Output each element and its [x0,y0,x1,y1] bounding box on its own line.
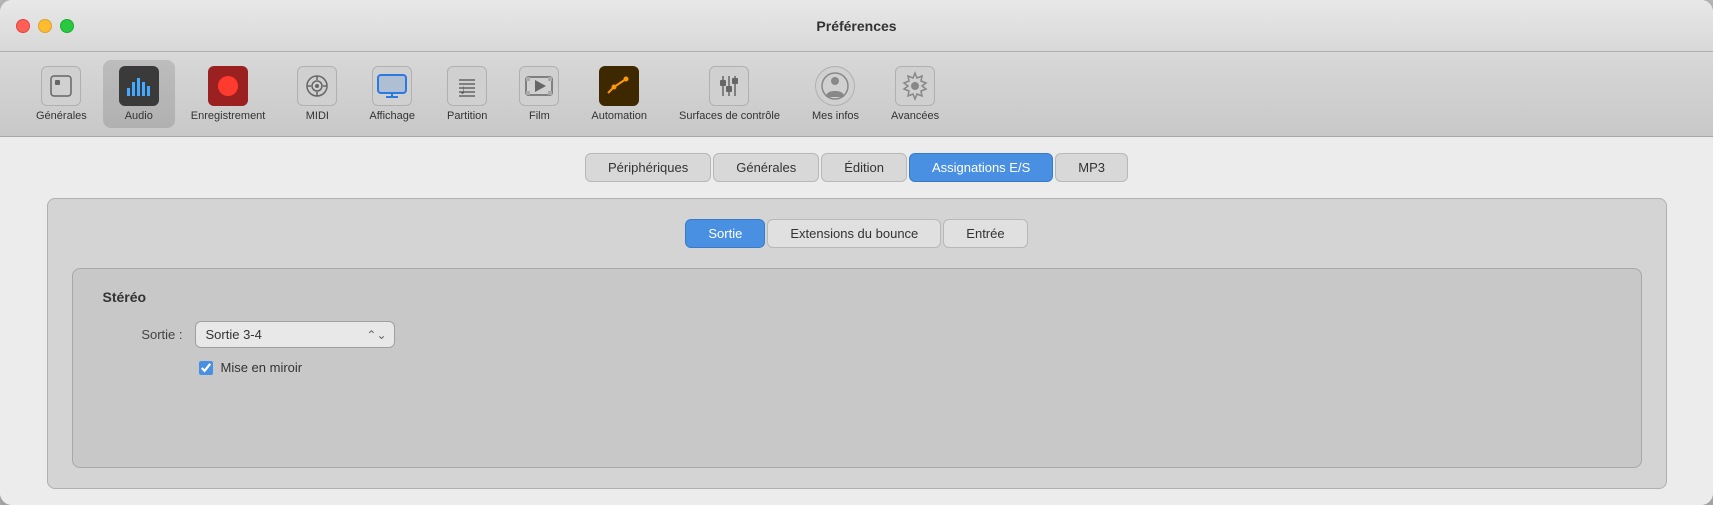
svg-text:♩: ♩ [460,81,474,97]
window-controls [16,19,74,33]
generales-label: Générales [36,110,87,122]
window-title: Préférences [816,18,896,34]
sortie-label: Sortie : [123,327,183,342]
content-area: Stéréo Sortie : Sortie 1-2 Sortie 3-4 So… [72,268,1642,468]
sub-tab-bar: Sortie Extensions du bounce Entrée [685,219,1027,248]
toolbar-item-affichage[interactable]: Affichage [353,60,431,128]
tab-generales[interactable]: Générales [713,153,819,182]
affichage-label: Affichage [369,110,415,122]
miroir-checkbox[interactable] [199,361,213,375]
tab-assignations[interactable]: Assignations E/S [909,153,1053,182]
close-button[interactable] [16,19,30,33]
checkbox-row: Mise en miroir [103,360,1611,375]
toolbar-item-generales[interactable]: Générales [20,60,103,128]
subtab-bounce[interactable]: Extensions du bounce [767,219,941,248]
subtab-entree[interactable]: Entrée [943,219,1027,248]
avancees-icon [895,66,935,106]
main-content: Périphériques Générales Édition Assignat… [0,137,1713,505]
toolbar-item-automation[interactable]: Automation [575,60,663,128]
toolbar-item-audio[interactable]: Audio [103,60,175,128]
midi-label: MIDI [306,110,329,122]
sortie-select[interactable]: Sortie 1-2 Sortie 3-4 Sortie 5-6 [195,321,395,348]
automation-icon [599,66,639,106]
partition-icon: ♩ [447,66,487,106]
section-title: Stéréo [103,289,1611,305]
checkbox-label: Mise en miroir [221,360,303,375]
inner-panel: Sortie Extensions du bounce Entrée Stéré… [47,198,1667,489]
toolbar-item-film[interactable]: Film [503,60,575,128]
midi-icon [297,66,337,106]
enregistrement-icon [208,66,248,106]
toolbar-item-enregistrement[interactable]: Enregistrement [175,60,282,128]
toolbar-item-surfaces[interactable]: Surfaces de contrôle [663,60,796,128]
affichage-icon [372,66,412,106]
generales-icon [41,66,81,106]
toolbar-item-avancees[interactable]: Avancées [875,60,955,128]
sortie-select-wrapper: Sortie 1-2 Sortie 3-4 Sortie 5-6 ⌃⌄ [195,321,395,348]
tab-mp3[interactable]: MP3 [1055,153,1128,182]
toolbar-item-partition[interactable]: ♩ Partition [431,60,503,128]
enregistrement-label: Enregistrement [191,110,266,122]
partition-label: Partition [447,110,487,122]
tab-peripheriques[interactable]: Périphériques [585,153,711,182]
mesinfos-icon [815,66,855,106]
sortie-field-row: Sortie : Sortie 1-2 Sortie 3-4 Sortie 5-… [103,321,1611,348]
surfaces-label: Surfaces de contrôle [679,110,780,122]
minimize-button[interactable] [38,19,52,33]
toolbar-item-midi[interactable]: MIDI [281,60,353,128]
maximize-button[interactable] [60,19,74,33]
subtab-sortie[interactable]: Sortie [685,219,765,248]
mesinfos-label: Mes infos [812,110,859,122]
title-bar: Préférences [0,0,1713,52]
toolbar-item-mesinfos[interactable]: Mes infos [796,60,875,128]
film-label: Film [529,110,550,122]
film-icon [519,66,559,106]
tab-bar: Périphériques Générales Édition Assignat… [585,153,1128,182]
surfaces-icon [709,66,749,106]
preferences-window: Préférences Générales [0,0,1713,505]
avancees-label: Avancées [891,110,939,122]
tab-edition[interactable]: Édition [821,153,907,182]
automation-label: Automation [591,110,647,122]
audio-label: Audio [125,110,153,122]
audio-icon [119,66,159,106]
toolbar: Générales Audio Enregistre [0,52,1713,137]
